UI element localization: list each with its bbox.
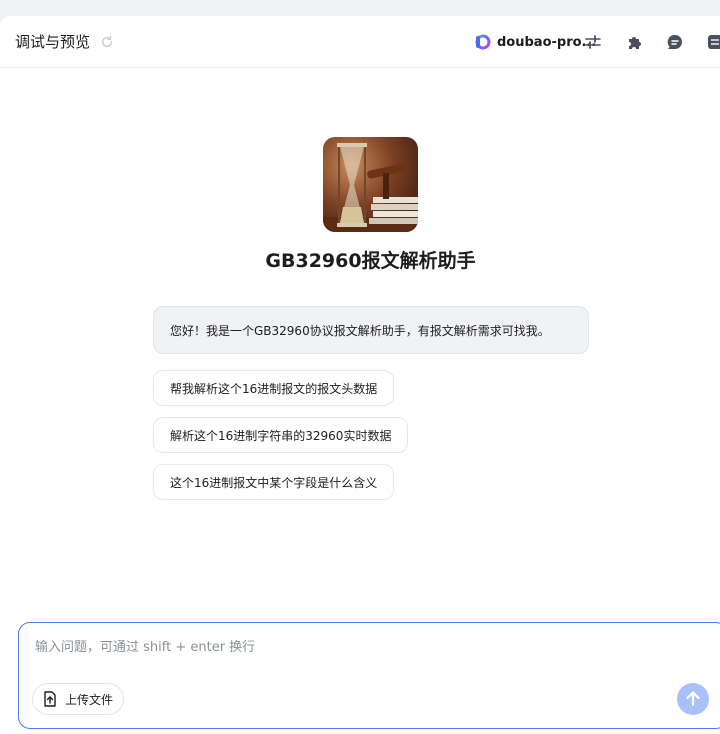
- send-button[interactable]: [677, 683, 709, 715]
- suggestion-item[interactable]: 帮我解析这个16进制报文的报文头数据: [153, 370, 395, 406]
- bot-name: GB32960报文解析助手: [265, 250, 476, 272]
- message-input[interactable]: [35, 637, 655, 657]
- panel-header: 调试与预览 doubao-pro...: [0, 16, 720, 68]
- refresh-icon[interactable]: [100, 35, 114, 49]
- suggestion-text: 这个16进制报文中某个字段是什么含义: [170, 475, 378, 490]
- upload-file-button[interactable]: 上传文件: [32, 683, 125, 715]
- greeting-message: 您好！我是一个GB32960协议报文解析助手，有报文解析需求可找我。: [153, 306, 589, 354]
- model-selector[interactable]: doubao-pro...: [474, 32, 596, 52]
- suggestion-text: 解析这个16进制字符串的32960实时数据: [170, 428, 392, 443]
- plugin-icon[interactable]: [626, 33, 644, 51]
- chat-icon[interactable]: [666, 33, 684, 51]
- menu-icon[interactable]: [706, 33, 720, 51]
- model-logo-icon: [475, 34, 491, 50]
- suggestion-item[interactable]: 解析这个16进制字符串的32960实时数据: [153, 417, 409, 453]
- model-name: doubao-pro...: [497, 34, 597, 50]
- chat-composer: 上传文件: [18, 622, 720, 729]
- upload-file-label: 上传文件: [65, 692, 114, 707]
- send-arrow-icon: [686, 691, 700, 707]
- upload-icon: [44, 691, 56, 707]
- bot-avatar: [323, 137, 418, 232]
- settings-sliders-icon[interactable]: [584, 33, 602, 51]
- suggestion-text: 帮我解析这个16进制报文的报文头数据: [170, 381, 378, 396]
- preview-panel: 调试与预览 doubao-pro... GB32960报文解析助手 您好！我是一…: [0, 16, 720, 734]
- page-title: 调试与预览: [15, 33, 91, 51]
- greeting-text: 您好！我是一个GB32960协议报文解析助手，有报文解析需求可找我。: [170, 323, 550, 338]
- suggestion-item[interactable]: 这个16进制报文中某个字段是什么含义: [153, 464, 395, 500]
